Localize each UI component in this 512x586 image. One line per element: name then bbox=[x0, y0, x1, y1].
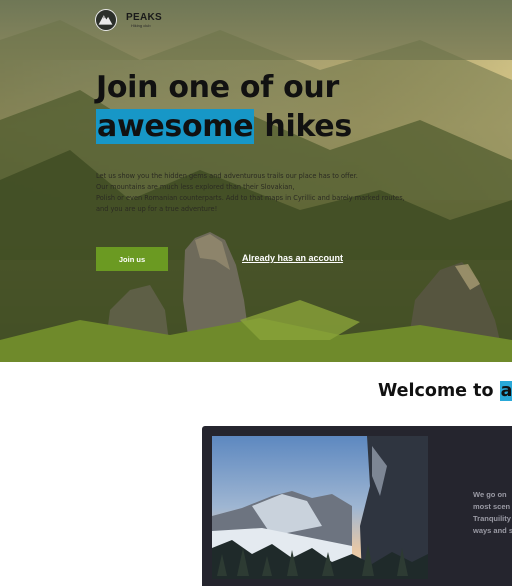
intro-line: and you are up for a true adventure! bbox=[96, 205, 218, 213]
headline-rest: hikes bbox=[254, 109, 352, 144]
feature-card-text: We go on most scen Tranquility ways and … bbox=[473, 489, 512, 537]
hero-section: PEAKS Hiking club Join one of our awesom… bbox=[0, 0, 512, 362]
intro-line: Polish or even Romanian counterparts. Ad… bbox=[96, 194, 405, 202]
brand-logo[interactable]: PEAKS Hiking club bbox=[95, 9, 162, 31]
card-text-line: most scen bbox=[473, 502, 511, 511]
headline-line-2: awesome hikes bbox=[96, 107, 352, 146]
brand-tagline: Hiking club bbox=[131, 22, 151, 28]
already-has-account-link[interactable]: Already has an account bbox=[242, 253, 343, 263]
headline-highlight: awesome bbox=[96, 109, 255, 144]
hero-headline: Join one of our awesome hikes bbox=[96, 68, 352, 146]
headline-line-1: Join one of our bbox=[96, 70, 339, 105]
mountain-logo-icon bbox=[95, 9, 117, 31]
brand-name: PEAKS bbox=[126, 11, 162, 23]
welcome-heading: Welcome to adv bbox=[378, 381, 512, 401]
card-text-line: We go on bbox=[473, 490, 507, 499]
welcome-prefix: Welcome to bbox=[378, 381, 500, 401]
hero-intro-text: Let us show you the hidden gems and adve… bbox=[96, 171, 436, 215]
join-us-button[interactable]: Join us bbox=[96, 247, 168, 271]
card-text-line: Tranquility bbox=[473, 514, 511, 523]
intro-line: Our mountains are much less explored tha… bbox=[96, 183, 295, 191]
intro-line: Let us show you the hidden gems and adve… bbox=[96, 172, 358, 180]
card-text-line: ways and s bbox=[473, 526, 512, 535]
welcome-highlight: adv bbox=[499, 381, 512, 401]
snowy-mountain-photo bbox=[212, 436, 428, 579]
